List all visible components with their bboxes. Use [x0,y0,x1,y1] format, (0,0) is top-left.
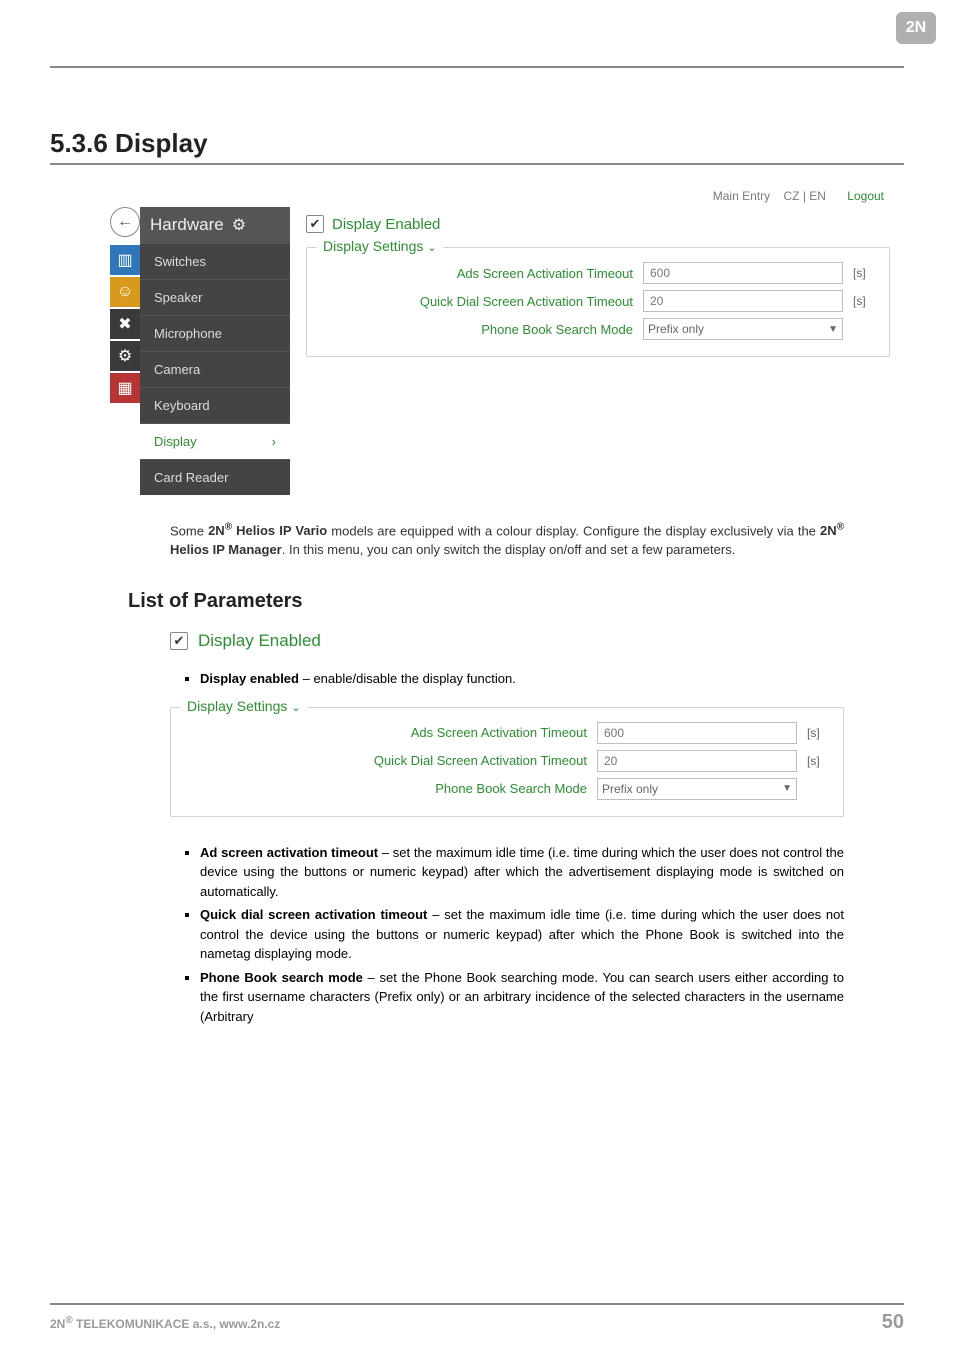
section-title: 5.3.6 Display [50,128,904,159]
quick-dial-timeout-label-2: Quick Dial Screen Activation Timeout [181,753,587,768]
sidebar-item-camera[interactable]: Camera [140,351,290,387]
list-of-parameters-heading: List of Parameters [128,590,904,613]
title-divider [50,163,904,165]
caret-down-icon: ▼ [828,324,838,335]
lang-sep: | [803,189,806,203]
sidebar-header: Hardware [140,207,290,243]
search-mode-value: Prefix only [648,322,704,336]
logout-link[interactable]: Logout [847,189,884,203]
display-enabled-label: Display Enabled [332,216,440,233]
caret-down-icon-2: ▼ [782,783,792,794]
apps-icon[interactable]: ▦ [110,373,140,403]
fieldset-title-2: Display Settings [187,698,287,714]
topbar: Main Entry CZ | EN Logout [110,187,890,207]
ads-timeout-label: Ads Screen Activation Timeout [317,266,633,281]
display-settings-fieldset: Display Settings ⌄ Ads Screen Activation… [306,247,890,357]
fieldset-legend[interactable]: Display Settings ⌄ [317,238,443,254]
sidebar: Hardware Switches Speaker Microphone Cam… [140,207,290,495]
sidebar-item-microphone[interactable]: Microphone [140,315,290,351]
search-mode-select[interactable]: Prefix only ▼ [643,318,843,340]
footer-left: 2N® TELEKOMUNIKACE a.s., www.2n.cz [50,1315,280,1331]
sidebar-item-speaker[interactable]: Speaker [140,279,290,315]
ads-timeout-input[interactable] [643,262,843,284]
sidebar-item-switches[interactable]: Switches [140,243,290,279]
search-mode-select-2[interactable]: Prefix only ▼ [597,778,797,800]
top-divider [50,66,904,68]
lang-cz[interactable]: CZ [783,189,799,203]
gear-icon [232,215,246,235]
ads-timeout-units-2: [s] [807,726,833,740]
tools-icon[interactable]: ✖ [110,309,140,339]
back-icon[interactable]: ← [110,207,140,237]
chevron-right-icon: › [272,434,276,449]
search-mode-label-2: Phone Book Search Mode [181,781,587,796]
page-footer: 2N® TELEKOMUNIKACE a.s., www.2n.cz 50 [50,1303,904,1334]
bullet-quick-dial-timeout: Quick dial screen activation timeout – s… [200,905,844,964]
bullet-search-mode: Phone Book search mode – set the Phone B… [200,968,844,1027]
sidebar-item-label: Display [154,434,197,449]
search-mode-value-2: Prefix only [602,782,658,796]
brand-badge: 2N [896,12,936,44]
fieldset-legend-2[interactable]: Display Settings ⌄ [181,698,307,714]
display-enabled-label-2: Display Enabled [198,631,321,651]
settings-panel: ✔ Display Enabled Display Settings ⌄ Ads… [290,207,890,357]
quick-dial-timeout-input-2[interactable] [597,750,797,772]
quick-dial-timeout-input[interactable] [643,290,843,312]
display-settings-fieldset-2: Display Settings ⌄ Ads Screen Activation… [170,707,844,817]
display-enabled-checkbox-2[interactable]: ✔ [170,632,188,650]
page-number: 50 [882,1311,904,1334]
bullet-ad-timeout: Ad screen activation timeout – set the m… [200,843,844,902]
display-enabled-row: ✔ Display Enabled [170,631,904,651]
sidebar-item-display[interactable]: Display › [140,423,290,459]
search-mode-label: Phone Book Search Mode [317,322,633,337]
chevron-down-icon: ⌄ [427,242,436,254]
ads-timeout-input-2[interactable] [597,722,797,744]
chevron-down-icon-2: ⌄ [291,702,300,714]
display-enabled-checkbox[interactable]: ✔ [306,215,324,233]
lang-en[interactable]: EN [809,189,826,203]
sidebar-title: Hardware [150,215,224,235]
topbar-main-entry: Main Entry [713,189,770,203]
config-screenshot: Main Entry CZ | EN Logout ← ▥ ☺ ✖ ▦ Hard… [110,187,890,495]
sidebar-item-card-reader[interactable]: Card Reader [140,459,290,495]
users-icon[interactable]: ☺ [110,277,140,307]
ads-timeout-label-2: Ads Screen Activation Timeout [181,725,587,740]
quick-dial-timeout-units-2: [s] [807,754,833,768]
fieldset-title: Display Settings [323,238,423,254]
nav-rail: ← ▥ ☺ ✖ ▦ [110,207,140,405]
quick-dial-timeout-units: [s] [853,294,879,308]
sidebar-item-keyboard[interactable]: Keyboard [140,387,290,423]
quick-dial-timeout-label: Quick Dial Screen Activation Timeout [317,294,633,309]
status-icon[interactable]: ▥ [110,245,140,275]
ads-timeout-units: [s] [853,266,879,280]
settings-icon[interactable] [110,341,140,371]
bullet-display-enabled: Display enabled – enable/disable the dis… [200,669,844,689]
intro-paragraph: Some 2N® Helios IP Vario models are equi… [170,521,844,560]
